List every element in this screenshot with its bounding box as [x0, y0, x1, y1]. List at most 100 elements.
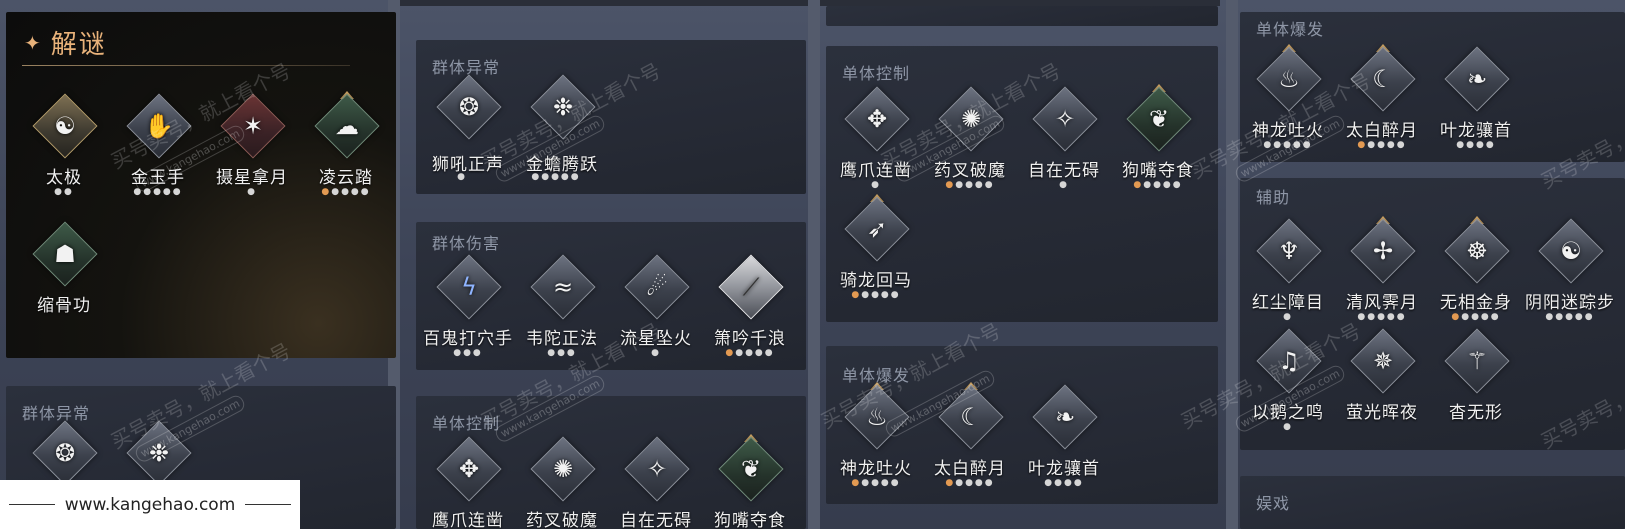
skill-name: 神龙吐火: [840, 459, 912, 479]
skill-level-dots: ●: [457, 172, 467, 182]
skill-level-dots: ●: [651, 348, 661, 358]
skill-slot[interactable]: ≈ 韦陀正法 ●●●: [514, 254, 610, 368]
skill-slot[interactable]: ♆ 红尘障目 ●: [1240, 218, 1336, 332]
breeze-moon-icon: ✢: [1372, 237, 1394, 265]
skill-slot[interactable]: ☾ 太白醉月 ●●●●●: [922, 382, 1018, 498]
skill-name: 杳无形: [1449, 403, 1503, 423]
skill-level-dots: ●: [1059, 180, 1069, 190]
panel-title: 单体爆发: [1256, 20, 1325, 39]
skill-name: 叶龙骧首: [1028, 459, 1100, 479]
skill-name: 自在无碍: [1028, 161, 1100, 181]
skill-slot[interactable]: ✵ 萤光晖夜: [1334, 328, 1430, 442]
jade-hand-icon: ✋: [144, 112, 174, 140]
skill-slot[interactable]: ❧ 叶龙骧首 ●●●●: [1016, 384, 1112, 498]
skill-level-dots: ●: [1283, 422, 1293, 432]
skill-slot[interactable]: ♨ 神龙吐火 ●●●●●: [828, 382, 924, 498]
skill-slot[interactable]: ☯ 太极 ●●: [16, 93, 112, 207]
skill-slot[interactable]: ☁ 凌云踏 ●●●●●: [298, 91, 394, 207]
skill-slot[interactable]: ✶ 摄星拿月 ●: [204, 93, 300, 207]
skill-slot[interactable]: ☾ 太白醉月 ●●●●●: [1334, 44, 1430, 160]
skill-slot[interactable]: ⟋ 箫吟千浪 ●●●●●: [702, 254, 798, 368]
sparkle-icon: ✦: [24, 30, 43, 55]
skill-name: 骑龙回马: [840, 271, 912, 291]
skill-name: 摄星拿月: [216, 168, 288, 188]
skill-slot[interactable]: ☗ 缩骨功: [16, 221, 112, 335]
yaksha-icon: ✺: [552, 455, 574, 483]
vanish-icon: ⚚: [1466, 347, 1488, 375]
skill-name: 凌云踏: [319, 168, 373, 188]
skill-slot[interactable]: ✺ 药叉破魔 ●●●●●: [922, 86, 1018, 200]
skill-level-dots: ●●●●●: [725, 348, 775, 358]
skill-name: 韦陀正法: [526, 329, 598, 349]
panel-title: 群体伤害: [432, 234, 501, 253]
footer-url: www.kangehao.com: [64, 494, 236, 515]
title-divider: [22, 65, 350, 66]
skill-name: 红尘障目: [1252, 293, 1324, 313]
skill-name: 鹰爪连凿: [432, 511, 504, 529]
cloud-step-icon: ☁: [335, 112, 359, 140]
divider-line: [8, 504, 55, 505]
skill-slot[interactable]: ✢ 清风霁月 ●●●●●: [1334, 216, 1430, 332]
red-dust-icon: ♆: [1278, 237, 1300, 265]
skill-name: 叶龙骧首: [1440, 121, 1512, 141]
skill-slot[interactable]: ⚚ 杳无形: [1428, 328, 1524, 442]
single-burst-panel: 单体爆发 ♨ 神龙吐火 ●●●●● ☾ 太白醉月 ●●●●● ❧ 叶龙骧首 ●●…: [826, 346, 1218, 504]
dog-snatch-icon: ❦: [1148, 105, 1170, 133]
skill-slot[interactable]: ❦ 狗嘴夺食 ●●●●●: [1110, 84, 1206, 200]
skill-slot[interactable]: ϟ 百鬼打穴手 ●●●: [420, 254, 516, 368]
yinyang-icon: ☯: [1560, 237, 1582, 265]
weituo-icon: ≈: [552, 273, 574, 301]
skill-name: 箫吟千浪: [714, 329, 786, 349]
skill-name: 药叉破魔: [934, 161, 1006, 181]
skill-slot[interactable]: ☄ 流星坠火 ●: [608, 254, 704, 368]
firefly-icon: ✵: [1372, 347, 1394, 375]
skill-level-dots: ●●●●●: [133, 187, 183, 197]
skill-slot[interactable]: ✋ 金玉手 ●●●●●: [110, 93, 206, 207]
skill-name: 狮吼正声: [416, 192, 522, 194]
skill-level-dots: ●●●●●: [1357, 140, 1407, 150]
skill-level-dots: ●●●●●: [321, 187, 371, 197]
free-flow-icon: ✧: [1054, 105, 1076, 133]
skill-slot[interactable]: ✥ 鹰爪连凿: [420, 436, 516, 529]
skill-level-dots: ●●●●●: [945, 478, 995, 488]
skill-level-dots: ●●●●●: [1263, 140, 1313, 150]
skill-slot[interactable]: ❦ 狗嘴夺食: [702, 434, 798, 529]
free-flow-icon: ✧: [646, 455, 668, 483]
skill-slot[interactable]: ☯ 阴阳迷踪步 ●●●●●: [1522, 218, 1618, 332]
skill-slot[interactable]: ➶ 骑龙回马 ●●●●●: [828, 194, 924, 310]
skill-slot[interactable]: ✧ 自在无碍 ●: [1016, 86, 1112, 200]
skill-level-dots: ●●●●●: [1545, 312, 1595, 322]
skill-level-dots: ●●●●: [1456, 140, 1496, 150]
skill-name: 以鹅之鸣: [1252, 403, 1324, 423]
skill-name: 缩骨功: [37, 296, 91, 316]
eagle-claw-icon: ✥: [458, 455, 480, 483]
skill-slot[interactable]: ☸ 无相金身 ●●●●●: [1428, 216, 1524, 332]
skill-level-dots: ●●●●●: [1133, 180, 1183, 190]
star-grab-icon: ✶: [242, 112, 264, 140]
skill-slot[interactable]: ♫ 以鹅之鸣 ●: [1240, 328, 1336, 442]
goose-call-icon: ♫: [1278, 347, 1300, 375]
yaksha-icon: ✺: [960, 105, 982, 133]
skill-level-dots: ●: [871, 180, 881, 190]
skill-name: 药叉破魔: [526, 511, 598, 529]
skill-slot[interactable]: ♨ 神龙吐火 ●●●●●: [1240, 44, 1336, 160]
skill-slot[interactable]: ✺ 药叉破魔: [514, 436, 610, 529]
skill-level-dots: ●●●●●: [851, 478, 901, 488]
group-damage-panel: 群体伤害 ϟ 百鬼打穴手 ●●● ≈ 韦陀正法 ●●● ☄ 流星坠火 ● ⟋ 箫…: [416, 222, 806, 370]
top-strip: [390, 0, 810, 6]
skill-level-dots: ●●●●●: [531, 172, 581, 182]
skill-name: 金玉手: [131, 168, 185, 188]
skill-slot[interactable]: ✥ 鹰爪连凿 ●: [828, 86, 924, 200]
support-panel: 辅助 ♆ 红尘障目 ● ✢ 清风霁月 ●●●●● ☸ 无相金身 ●●●●● ☯ …: [1240, 178, 1625, 450]
panel-remnant: [826, 6, 1218, 26]
panel-title: 群体异常: [22, 404, 91, 423]
skill-slot[interactable]: ❧ 叶龙骧首 ●●●●: [1428, 46, 1524, 160]
skill-slot[interactable]: ✧ 自在无碍: [608, 436, 704, 529]
play-panel: 娱戏: [1240, 476, 1625, 529]
dragon-ride-icon: ➶: [866, 215, 888, 243]
skill-name: 太极: [46, 168, 82, 188]
skill-level-dots: ●: [247, 187, 257, 197]
panel-title: 单体控制: [842, 64, 911, 83]
panel-title-text: 解谜: [50, 30, 107, 60]
panel-title: 单体控制: [432, 414, 501, 433]
